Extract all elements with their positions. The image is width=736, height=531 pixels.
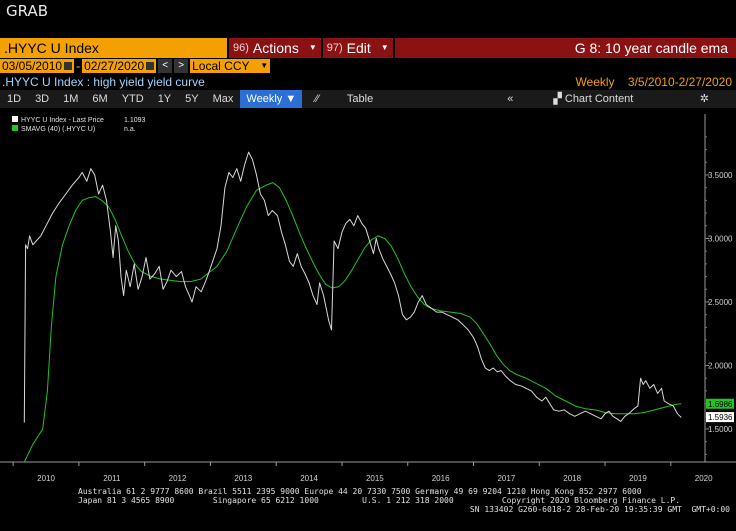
- legend-value: n.a.: [124, 126, 136, 133]
- actions-label: Actions: [252, 40, 299, 56]
- security-description: .HYYC U Index : high yield yield curve: [2, 75, 205, 89]
- legend-swatch: [12, 116, 18, 122]
- x-tick-label: 2013: [234, 474, 252, 483]
- period-max[interactable]: Max: [206, 90, 241, 108]
- last-value-text: 1.5936: [708, 413, 733, 422]
- y-tick-label: 2.0000: [708, 361, 733, 370]
- chart-area[interactable]: 3.5000 3.0000 2.5000 2.0000 1.5000 2010 2011 20…: [0, 110, 736, 488]
- legend-label: SMAVG (40) (.HYYC U): [21, 126, 95, 133]
- axes: 3.5000 3.0000 2.5000 2.0000 1.5000 2010 2011 20…: [0, 114, 736, 483]
- chart-content-label: Chart Content: [564, 93, 634, 105]
- period-1d[interactable]: 1D: [0, 90, 28, 108]
- chart-content-button[interactable]: ▞ Chart Content: [546, 90, 640, 108]
- line-chart-icon[interactable]: ⁄⁄: [308, 90, 326, 108]
- footer-session-info: SN 133402 G260-6018-2 28-Feb-20 19:35:39…: [469, 505, 730, 514]
- legend-label: HYYC U Index - Last Price: [21, 117, 104, 124]
- price-series-line: [23, 151, 682, 423]
- x-tick-label: 2014: [300, 474, 318, 483]
- legend-swatch: [12, 125, 18, 131]
- currency-value: Local CCY: [192, 59, 250, 73]
- footer: Australia 61 2 9777 8600 Brazil 5511 239…: [0, 487, 736, 514]
- start-date-field[interactable]: 03/05/2010: [0, 59, 75, 73]
- x-tick-label: 2020: [695, 474, 713, 483]
- chart-series: [23, 151, 682, 463]
- period-1m[interactable]: 1M: [56, 90, 85, 108]
- currency-select[interactable]: Local CCY ▼: [190, 59, 271, 73]
- frequency-select[interactable]: Weekly ▼: [240, 90, 303, 108]
- y-tick-label: 3.0000: [708, 234, 733, 243]
- table-button[interactable]: Table: [340, 90, 380, 108]
- chevron-down-icon: ▼: [308, 43, 317, 52]
- edit-label: Edit: [346, 40, 371, 56]
- start-date-value: 03/05/2010: [2, 59, 63, 73]
- period-3d[interactable]: 3D: [28, 90, 56, 108]
- period-ytd[interactable]: YTD: [115, 90, 151, 108]
- date-separator: -: [76, 59, 81, 73]
- chevron-down-icon: ▼: [285, 93, 297, 105]
- x-tick-label: 2017: [497, 474, 515, 483]
- actions-menu[interactable]: 96) Actions ▼: [229, 38, 321, 58]
- legend-value: 1.1093: [124, 117, 146, 124]
- period-5y[interactable]: 5Y: [178, 90, 205, 108]
- date-range-row: 03/05/2010 - 02/27/2020 < > Local CCY ▼: [0, 59, 271, 73]
- footer-phone-line-1: Australia 61 2 9777 8600 Brazil 5511 239…: [78, 487, 642, 496]
- chart-legend: HYYC U Index - Last Price 1.1093 SMAVG (40…: [12, 116, 146, 133]
- collapse-icon[interactable]: «: [500, 90, 520, 108]
- edit-hotkey: 97): [326, 42, 343, 54]
- period-range: Weekly 3/5/2010-2/27/2020: [575, 75, 732, 89]
- x-tick-label: 2016: [432, 474, 450, 483]
- actions-hotkey: 96): [233, 42, 249, 54]
- chevron-left-icon[interactable]: <: [158, 59, 173, 73]
- chart-title: G 8: 10 year candle ema: [394, 38, 736, 58]
- x-tick-label: 2019: [629, 474, 647, 483]
- period-6m[interactable]: 6M: [85, 90, 114, 108]
- chart-content-icon: ▞: [553, 93, 562, 105]
- chevron-right-icon[interactable]: >: [174, 59, 189, 73]
- chevron-down-icon: ▼: [380, 43, 389, 52]
- x-tick-label: 2012: [169, 474, 187, 483]
- chart-toolbar: 1D 3D 1M 6M YTD 1Y 5Y Max Weekly ▼ ⁄⁄ Ta…: [0, 90, 736, 108]
- x-tick-label: 2018: [563, 474, 581, 483]
- chevron-down-icon: ▼: [260, 61, 269, 70]
- x-tick-label: 2010: [37, 474, 55, 483]
- command-bar: .HYYC U Index 96) Actions ▼ 97) Edit ▼ G…: [0, 38, 736, 58]
- y-tick-label: 3.5000: [708, 171, 733, 180]
- line-chart: 3.5000 3.0000 2.5000 2.0000 1.5000 2010 2011 20…: [0, 114, 736, 483]
- end-date-value: 02/27/2020: [84, 59, 145, 73]
- window-title: GRAB: [6, 2, 48, 20]
- calendar-icon[interactable]: [64, 62, 73, 70]
- x-tick-label: 2011: [103, 474, 121, 483]
- footer-phone-line-2: Japan 81 3 4565 8900 Singapore 65 6212 1…: [78, 496, 681, 505]
- y-tick-label: 2.5000: [708, 298, 733, 307]
- ticker-field[interactable]: .HYYC U Index: [0, 38, 227, 58]
- x-tick-label: 2015: [366, 474, 384, 483]
- end-date-field[interactable]: 02/27/2020: [82, 59, 157, 73]
- edit-menu[interactable]: 97) Edit ▼: [322, 38, 393, 58]
- last-value-labels: 1.6986 1.5936: [706, 398, 734, 423]
- period-1y[interactable]: 1Y: [151, 90, 178, 108]
- range-label: 3/5/2010-2/27/2020: [627, 75, 732, 89]
- frequency-value: Weekly: [246, 93, 283, 105]
- last-value-text: 1.6986: [708, 400, 733, 409]
- y-tick-label: 1.5000: [708, 425, 733, 434]
- gear-icon[interactable]: ✲: [693, 90, 716, 108]
- periodicity-label: Weekly: [575, 75, 615, 89]
- calendar-icon[interactable]: [146, 62, 155, 70]
